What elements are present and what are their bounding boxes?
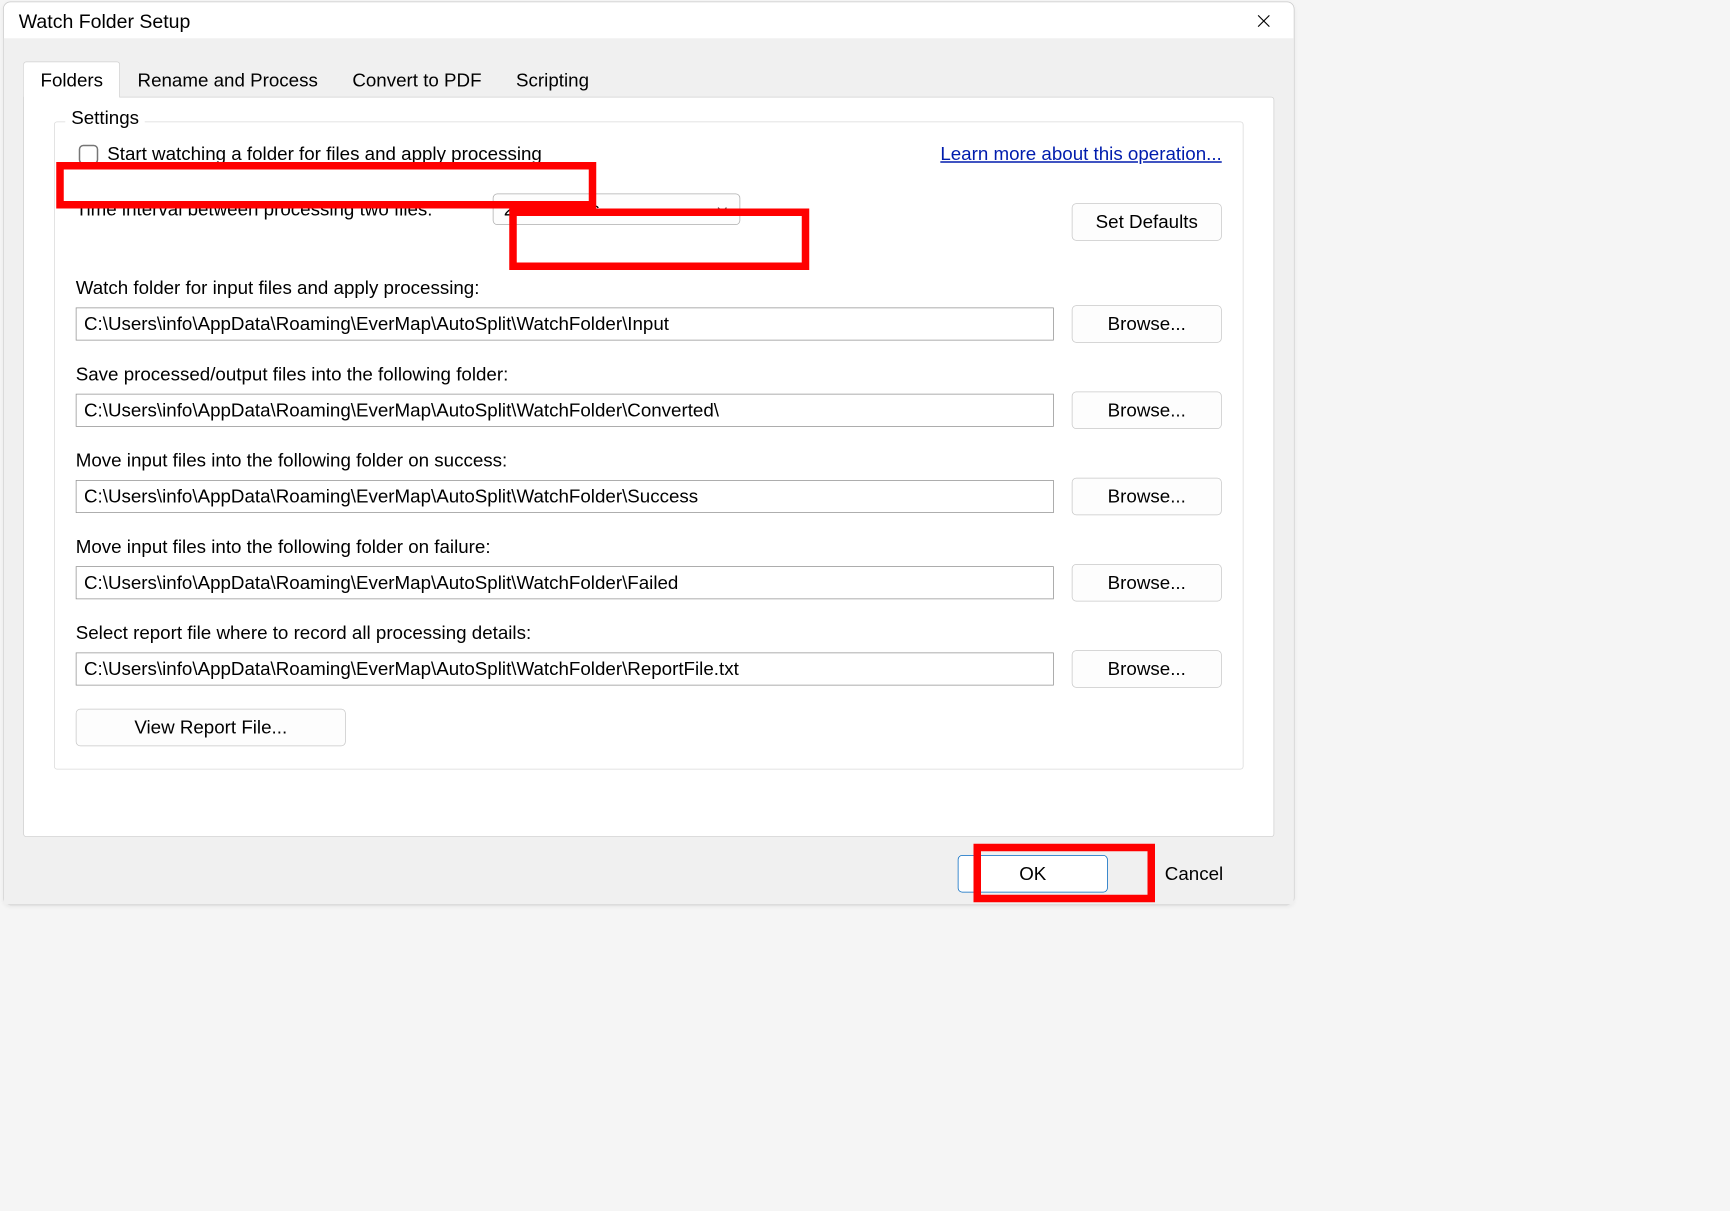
dialog-button-row: OK Cancel	[23, 837, 1274, 894]
cancel-button[interactable]: Cancel	[1138, 855, 1251, 893]
interval-label: Time interval between processing two fil…	[76, 198, 433, 220]
tab-rename-and-process[interactable]: Rename and Process	[120, 62, 335, 98]
block-report-file: Select report file where to record all p…	[76, 623, 1222, 688]
interval-value: 20 seconds	[504, 198, 600, 220]
report-file-label: Select report file where to record all p…	[76, 623, 1222, 645]
tab-folders[interactable]: Folders	[23, 62, 120, 98]
interval-combo[interactable]: 20 seconds	[493, 194, 741, 226]
settings-group-label: Settings	[65, 107, 145, 129]
success-folder-field[interactable]	[76, 480, 1054, 513]
dialog-watch-folder-setup: Watch Folder Setup Folders Rename and Pr…	[3, 2, 1295, 906]
row-interval: Time interval between processing two fil…	[76, 194, 1222, 226]
report-file-browse-button[interactable]: Browse...	[1072, 650, 1222, 688]
output-folder-field[interactable]	[76, 394, 1054, 427]
titlebar: Watch Folder Setup	[4, 2, 1294, 38]
dialog-title: Watch Folder Setup	[19, 9, 191, 32]
block-input-folder: Watch folder for input files and apply p…	[76, 278, 1222, 343]
block-failure-folder: Move input files into the following fold…	[76, 536, 1222, 601]
input-folder-field[interactable]	[76, 308, 1054, 341]
output-folder-browse-button[interactable]: Browse...	[1072, 392, 1222, 430]
tab-convert-to-pdf[interactable]: Convert to PDF	[335, 62, 499, 98]
close-icon	[1256, 14, 1271, 29]
report-file-field[interactable]	[76, 653, 1054, 686]
tab-strip: Folders Rename and Process Convert to PD…	[23, 61, 1274, 97]
tab-scripting[interactable]: Scripting	[499, 62, 606, 98]
chevron-down-icon	[715, 203, 729, 217]
start-watching-checkbox[interactable]	[79, 144, 99, 164]
set-defaults-button[interactable]: Set Defaults	[1072, 203, 1222, 241]
row-view-report: View Report File...	[76, 709, 1222, 747]
failure-folder-field[interactable]	[76, 566, 1054, 599]
settings-group: Settings Start watching a folder for fil…	[54, 122, 1244, 770]
success-folder-label: Move input files into the following fold…	[76, 450, 1222, 472]
view-report-file-button[interactable]: View Report File...	[76, 709, 346, 747]
success-folder-browse-button[interactable]: Browse...	[1072, 478, 1222, 516]
dialog-client: Folders Rename and Process Convert to PD…	[4, 38, 1294, 904]
ok-button[interactable]: OK	[958, 855, 1108, 893]
start-watching-label: Start watching a folder for files and ap…	[107, 143, 542, 165]
learn-more-link[interactable]: Learn more about this operation...	[940, 143, 1221, 165]
tab-panel-folders: Settings Start watching a folder for fil…	[23, 97, 1274, 837]
output-folder-label: Save processed/output files into the fol…	[76, 364, 1222, 386]
start-watching-control[interactable]: Start watching a folder for files and ap…	[76, 140, 550, 168]
failure-folder-label: Move input files into the following fold…	[76, 536, 1222, 558]
row-start-watching: Start watching a folder for files and ap…	[76, 140, 1222, 168]
close-button[interactable]	[1241, 6, 1286, 36]
input-folder-label: Watch folder for input files and apply p…	[76, 278, 1222, 300]
block-success-folder: Move input files into the following fold…	[76, 450, 1222, 515]
input-folder-browse-button[interactable]: Browse...	[1072, 305, 1222, 343]
failure-folder-browse-button[interactable]: Browse...	[1072, 564, 1222, 602]
block-output-folder: Save processed/output files into the fol…	[76, 364, 1222, 429]
